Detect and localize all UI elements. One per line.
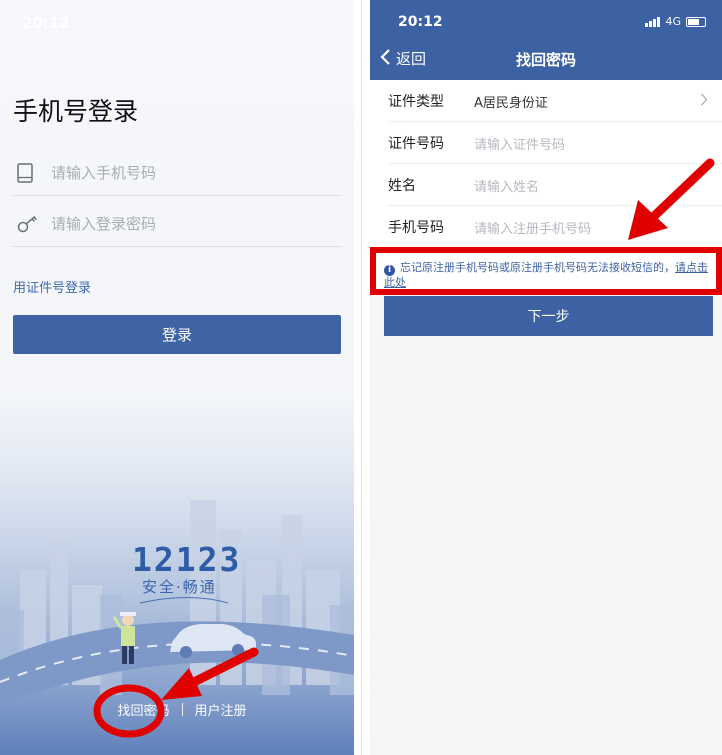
- key-icon: [13, 215, 51, 233]
- name-label: 姓名: [388, 178, 416, 194]
- status-icons: 4G: [645, 15, 706, 28]
- phone-row[interactable]: 手机号码 请输入注册手机号码: [370, 206, 722, 248]
- recover-password-screen: 20:12 4G 返回 找回密码 证件类型 A居民身份证 证件号码 请输入证件号…: [370, 0, 722, 755]
- navigation-bar: 20:12 4G 返回 找回密码: [370, 0, 722, 80]
- register-link[interactable]: 用户注册: [195, 700, 247, 719]
- page-title: 手机号登录: [13, 97, 139, 126]
- name-row[interactable]: 姓名 请输入姓名: [370, 164, 722, 206]
- id-number-row[interactable]: 证件号码 请输入证件号码: [370, 122, 722, 164]
- recovery-form: 证件类型 A居民身份证 证件号码 请输入证件号码 姓名 请输入姓名 手机号码 请…: [370, 80, 722, 247]
- phone-label: 手机号码: [388, 220, 444, 236]
- phone-field[interactable]: 请输入手机号码: [13, 150, 341, 196]
- brand-logo-number: 12123: [132, 540, 242, 579]
- password-placeholder: 请输入登录密码: [51, 215, 157, 233]
- next-step-button[interactable]: 下一步: [384, 296, 713, 336]
- id-number-label: 证件号码: [388, 136, 444, 152]
- network-type: 4G: [665, 15, 681, 28]
- signal-icon: [645, 16, 661, 27]
- status-time: 20:12: [22, 14, 70, 32]
- password-field[interactable]: 请输入登录密码: [13, 201, 341, 247]
- forgot-password-link[interactable]: 找回密码: [117, 700, 169, 719]
- phone-input[interactable]: 请输入注册手机号码: [474, 218, 591, 237]
- link-divider: [181, 703, 183, 716]
- notice-text: 忘记原注册手机号码或原注册手机号码无法接收短信的，: [400, 261, 675, 274]
- phone-placeholder: 请输入手机号码: [51, 164, 157, 182]
- bottom-links: 找回密码 用户注册: [0, 700, 354, 719]
- login-screen: 20:12 手机号登录 请输入手机号码 请输入登录密码 用证件号登录 登录 12…: [0, 0, 354, 755]
- id-type-value: A居民身份证: [474, 95, 548, 111]
- page-title: 找回密码: [515, 51, 576, 69]
- name-input[interactable]: 请输入姓名: [474, 176, 539, 195]
- brand-slogan: 安全·畅通: [142, 578, 217, 596]
- id-number-input[interactable]: 请输入证件号码: [474, 134, 565, 153]
- phone-icon: [13, 162, 51, 183]
- phone-change-notice: i 忘记原注册手机号码或原注册手机号码无法接收短信的，请点击此处: [370, 247, 722, 295]
- chevron-right-icon: [700, 92, 708, 110]
- login-button[interactable]: 登录: [13, 315, 341, 354]
- info-icon: i: [384, 265, 395, 276]
- id-type-row[interactable]: 证件类型 A居民身份证: [370, 80, 722, 122]
- status-bar: 20:12: [0, 0, 354, 44]
- id-login-link[interactable]: 用证件号登录: [13, 277, 91, 296]
- status-time: 20:12: [398, 14, 443, 30]
- screen-divider: [361, 0, 362, 755]
- id-type-label: 证件类型: [388, 94, 444, 110]
- battery-icon: [686, 16, 706, 27]
